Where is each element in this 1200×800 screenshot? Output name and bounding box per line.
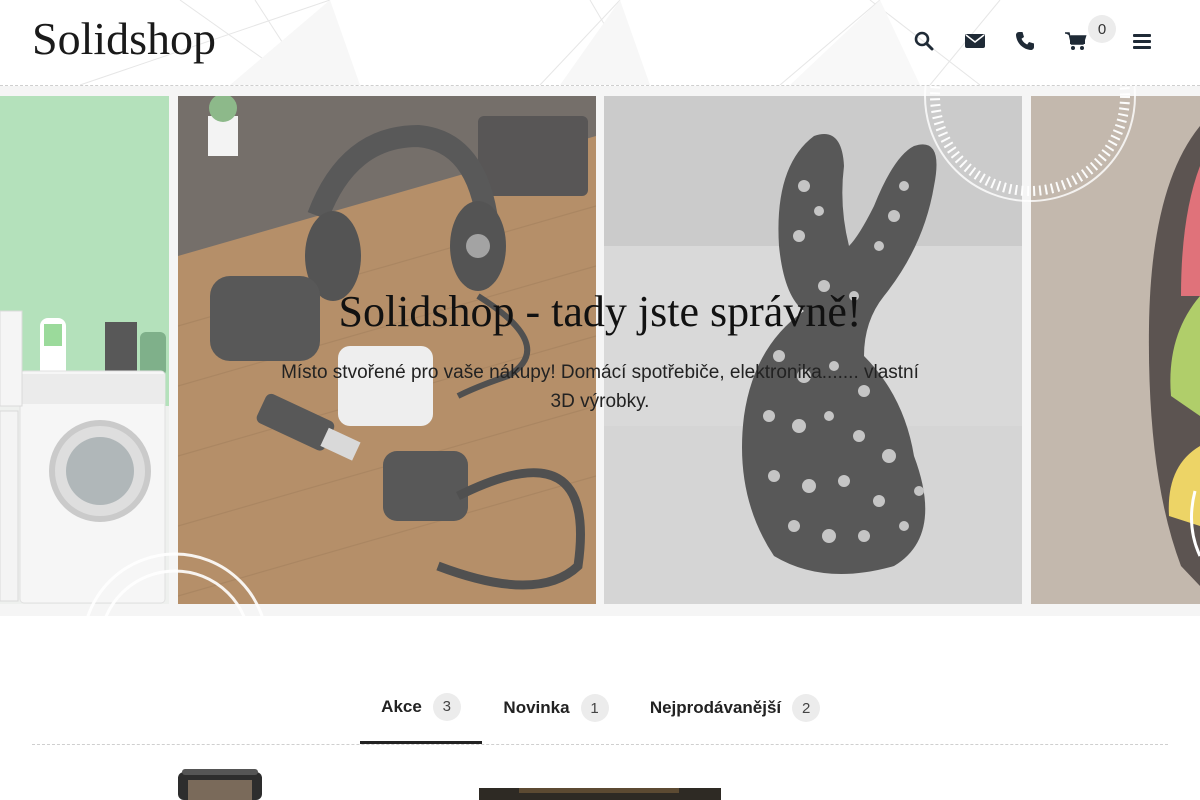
tab-label: Novinka (503, 698, 570, 717)
cart-count-badge: 0 (1088, 15, 1116, 43)
tab-count-badge: 2 (792, 694, 821, 722)
tab-label: Akce (381, 696, 422, 716)
tab-novinka[interactable]: Novinka 1 (492, 672, 620, 744)
tab-akce[interactable]: Akce 3 (360, 672, 482, 744)
menu-icon[interactable] (1130, 29, 1154, 53)
hero-subtitle: Místo stvořené pro vaše nákupy! Domácí s… (281, 362, 919, 412)
hero-carousel: Solidshop - tady jste správně! Místo stv… (0, 86, 1200, 616)
envelope-icon[interactable] (963, 29, 987, 53)
phone-icon[interactable] (1013, 29, 1037, 53)
cart-icon[interactable] (1064, 29, 1088, 53)
tab-count-badge: 3 (432, 692, 461, 721)
site-header: Solidshop 0 (0, 0, 1200, 86)
product-image-appliance[interactable] (170, 766, 270, 800)
tab-count-badge: 1 (580, 694, 609, 722)
search-icon[interactable] (912, 29, 936, 53)
hero-title: Solidshop - tady jste správně! (338, 287, 862, 336)
site-logo[interactable]: Solidshop (32, 12, 216, 65)
product-image-electronics[interactable] (479, 788, 721, 800)
product-tabs: Akce 3 Novinka 1 Nejprodávanější 2 (32, 672, 1168, 745)
tab-label: Nejprodávanější (649, 698, 782, 717)
hero-overlay (0, 86, 1200, 616)
tab-nejprodavanejsi[interactable]: Nejprodávanější 2 (640, 672, 830, 744)
